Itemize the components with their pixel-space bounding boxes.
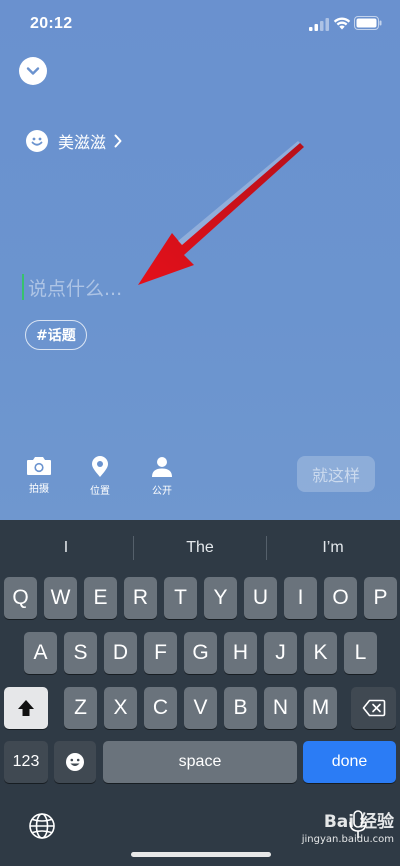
key-v[interactable]: V — [184, 687, 217, 729]
location-label: 位置 — [90, 486, 110, 497]
key-z[interactable]: Z — [64, 687, 97, 729]
key-c[interactable]: C — [144, 687, 177, 729]
suggestion-item[interactable]: The — [134, 520, 266, 576]
collapse-button[interactable] — [19, 57, 47, 85]
watermark-url: jingyan.baidu.com — [301, 834, 394, 845]
topic-button[interactable]: #话题 — [25, 320, 87, 350]
smiley-icon — [26, 130, 48, 152]
globe-icon[interactable] — [28, 812, 56, 840]
privacy-label: 公开 — [152, 486, 172, 497]
shift-key[interactable] — [4, 687, 48, 729]
key-m[interactable]: M — [304, 687, 337, 729]
submit-button[interactable]: 就这样 — [297, 456, 375, 492]
numbers-key[interactable]: 123 — [4, 741, 48, 783]
suggestion-item[interactable]: I — [0, 520, 132, 576]
shift-arrow-icon — [18, 700, 34, 716]
profile-name: 美滋滋 — [58, 133, 107, 152]
key-b[interactable]: B — [224, 687, 257, 729]
key-k[interactable]: K — [304, 632, 337, 674]
location-pin-icon — [92, 456, 108, 477]
text-cursor — [22, 274, 24, 300]
key-x[interactable]: X — [104, 687, 137, 729]
key-d[interactable]: D — [104, 632, 137, 674]
key-p[interactable]: P — [364, 577, 397, 619]
camera-icon — [27, 457, 51, 475]
done-key[interactable]: done — [303, 741, 396, 783]
camera-label: 拍摄 — [29, 484, 49, 495]
battery-icon — [354, 16, 382, 30]
key-r[interactable]: R — [124, 577, 157, 619]
annotation-arrow-icon — [138, 141, 304, 285]
wifi-icon — [333, 17, 351, 30]
suggestion-bar: I The I’m — [0, 520, 400, 576]
status-time: 20:12 — [30, 15, 73, 32]
privacy-button[interactable]: 公开 — [142, 456, 182, 497]
key-y[interactable]: Y — [204, 577, 237, 619]
post-placeholder: 说点什么... — [28, 277, 123, 300]
suggestion-item[interactable]: I’m — [267, 520, 399, 576]
emoji-key[interactable] — [54, 741, 96, 783]
backspace-icon — [362, 699, 385, 717]
chevron-down-icon — [26, 67, 40, 75]
key-i[interactable]: I — [284, 577, 317, 619]
emoji-icon — [66, 753, 84, 771]
key-l[interactable]: L — [344, 632, 377, 674]
key-t[interactable]: T — [164, 577, 197, 619]
key-q[interactable]: Q — [4, 577, 37, 619]
key-e[interactable]: E — [84, 577, 117, 619]
key-j[interactable]: J — [264, 632, 297, 674]
compose-screen: 20:12 美滋滋 说点什么... #话题 拍摄 位置 公开 就这样 — [0, 0, 400, 520]
key-n[interactable]: N — [264, 687, 297, 729]
key-a[interactable]: A — [24, 632, 57, 674]
profile-selector[interactable]: 美滋滋 — [26, 128, 122, 154]
space-key[interactable]: space — [103, 741, 297, 783]
person-icon — [152, 457, 172, 477]
keyboard: I The I’m Q W E R T Y U I O P A S D F G … — [0, 520, 400, 866]
key-h[interactable]: H — [224, 632, 257, 674]
camera-button[interactable]: 拍摄 — [19, 456, 59, 495]
key-g[interactable]: G — [184, 632, 217, 674]
watermark-brand: Bai 经验 — [323, 812, 394, 832]
backspace-key[interactable] — [351, 687, 396, 729]
key-u[interactable]: U — [244, 577, 277, 619]
home-indicator[interactable] — [131, 852, 271, 857]
key-w[interactable]: W — [44, 577, 77, 619]
key-s[interactable]: S — [64, 632, 97, 674]
baidu-jingyan-watermark: Bai 经验 jingyan.baidu.com — [282, 807, 394, 845]
location-button[interactable]: 位置 — [80, 456, 120, 497]
key-o[interactable]: O — [324, 577, 357, 619]
signal-icon — [309, 18, 329, 31]
status-bar: 20:12 — [0, 0, 400, 48]
key-f[interactable]: F — [144, 632, 177, 674]
